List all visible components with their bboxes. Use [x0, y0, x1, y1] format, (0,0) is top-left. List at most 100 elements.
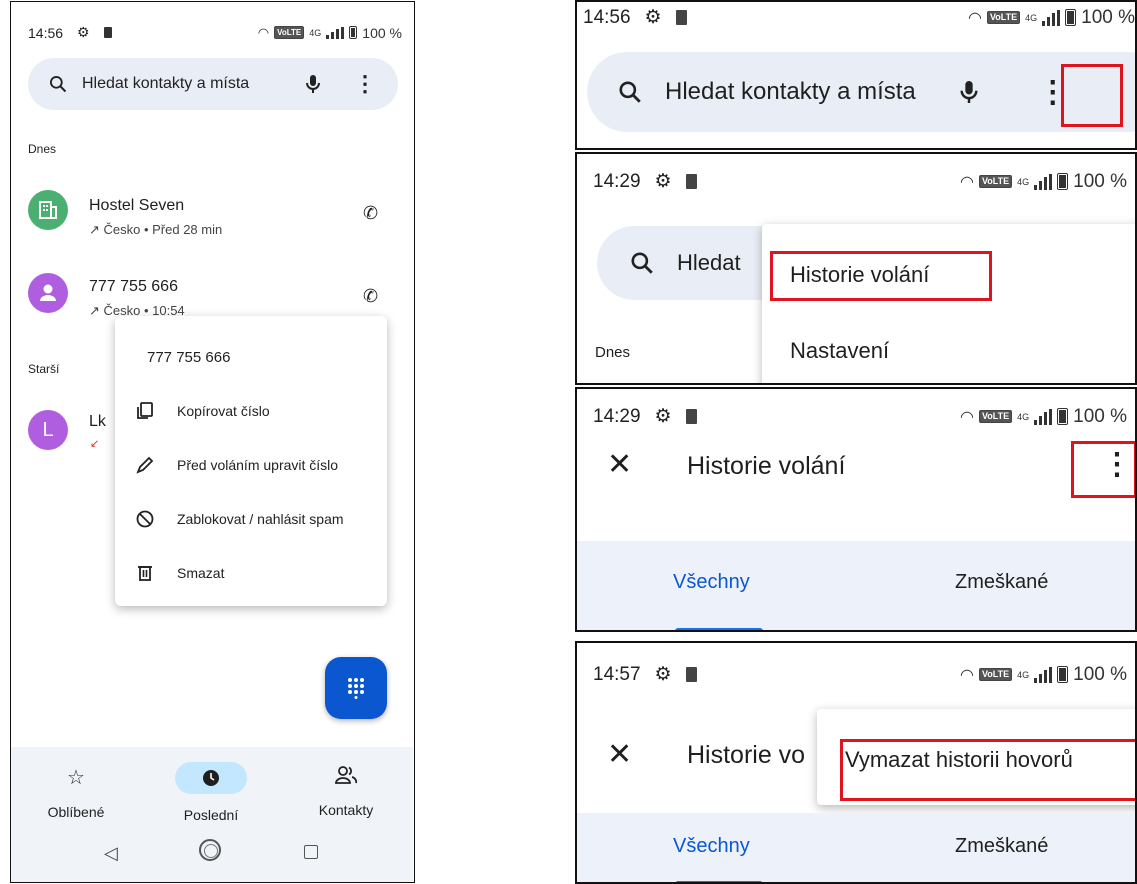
- block-spam-label: Zablokovat / nahlásit spam: [177, 511, 344, 527]
- signal-icon: [1034, 173, 1053, 190]
- phone-screen: 14:56 ⚙ ◠ VoLTE 4G 100 % Hledat kontakty…: [10, 1, 415, 883]
- microphone-icon[interactable]: [304, 73, 322, 95]
- volte-icon: VoLTE: [978, 410, 1013, 423]
- call-detail: ↗ Česko • Před 28 min: [89, 222, 223, 237]
- nav-contacts-label: Kontakty: [318, 802, 374, 818]
- status-bar: 14:56 ⚙ ◠ VoLTE 4G 100 %: [28, 24, 402, 41]
- step2-panel: 14:29 ⚙ ◠ VoLTE 4G 100 % Hledat Dnes His…: [575, 152, 1137, 385]
- missed-call-icon: ↙: [90, 438, 100, 450]
- highlight-box: [1061, 64, 1123, 127]
- highlight-box: [770, 251, 992, 301]
- nav-recents-label: Poslední: [183, 807, 239, 823]
- block-spam-item[interactable]: Zablokovat / nahlásit spam: [135, 509, 344, 529]
- nav-recents[interactable]: Poslední: [161, 762, 261, 823]
- copy-number-item[interactable]: Kopírovat číslo: [135, 401, 270, 421]
- edit-number-label: Před voláním upravit číslo: [177, 457, 339, 473]
- close-icon[interactable]: ✕: [607, 447, 632, 482]
- tab-all[interactable]: Všechny: [673, 835, 750, 858]
- tab-all[interactable]: Všechny: [673, 571, 750, 594]
- volte-icon: VoLTE: [274, 26, 305, 39]
- person-avatar-icon: [28, 273, 68, 313]
- step4-panel: 14:57 ⚙ ◠ VoLTE 4G 100 % ✕ Historie vo V…: [575, 641, 1137, 884]
- home-icon[interactable]: [199, 839, 221, 861]
- highlight-box: [840, 739, 1135, 801]
- battery-level: 100 %: [1073, 405, 1127, 427]
- section-header-older: Starší: [28, 362, 60, 376]
- copy-icon: [137, 402, 153, 419]
- search-input[interactable]: Hledat kontakty a místa: [82, 75, 249, 93]
- volte-icon: VoLTE: [986, 11, 1021, 24]
- clock-icon: [203, 770, 219, 786]
- settings-status-icon: ⚙: [654, 664, 672, 685]
- wifi-icon: ◠: [959, 408, 974, 426]
- nav-favorites[interactable]: ☆ Oblíbené: [31, 765, 121, 820]
- search-icon: [619, 81, 641, 103]
- tab-missed[interactable]: Zmeškané: [955, 571, 1048, 594]
- settings-status-icon: ⚙: [644, 7, 662, 28]
- overflow-menu: Historie volání Nastavení: [762, 224, 1135, 383]
- battery-icon: [1057, 408, 1069, 425]
- step3-panel: 14:29 ⚙ ◠ VoLTE 4G 100 % ✕ Historie volá…: [575, 387, 1137, 632]
- signal-icon: [1034, 408, 1053, 425]
- pencil-icon: [136, 456, 154, 474]
- tab-bar: Všechny Zmeškané: [577, 541, 1135, 630]
- battery-level: 100 %: [362, 24, 402, 41]
- battery-icon: [1057, 666, 1069, 683]
- menu-item-settings[interactable]: Nastavení: [790, 338, 889, 364]
- tab-missed[interactable]: Zmeškané: [955, 835, 1048, 858]
- volte-icon: VoLTE: [978, 175, 1013, 188]
- wifi-icon: ◠: [967, 9, 982, 27]
- signal-icon: [326, 26, 345, 39]
- volte-icon: VoLTE: [978, 668, 1013, 681]
- section-header-today: Dnes: [595, 344, 631, 361]
- signal-icon: [1042, 9, 1061, 26]
- phone-call-icon[interactable]: ✆: [363, 286, 378, 307]
- context-menu: 777 755 666 Kopírovat číslo Před voláním…: [115, 316, 387, 606]
- back-icon[interactable]: ◁: [104, 843, 118, 864]
- battery-level: 100 %: [1073, 170, 1127, 192]
- tab-bar: Všechny Zmeškané: [577, 813, 1135, 882]
- status-time: 14:29: [593, 405, 641, 427]
- call-row[interactable]: Hostel Seven ↗ Česko • Před 28 min ✆: [11, 187, 411, 249]
- sim-icon: [685, 409, 697, 424]
- dialpad-fab-button[interactable]: [325, 657, 387, 719]
- delete-item[interactable]: Smazat: [135, 563, 224, 583]
- contact-name: Hostel Seven: [89, 197, 185, 214]
- battery-icon: [1065, 9, 1077, 26]
- sim-icon: [675, 10, 687, 25]
- wifi-icon: ◠: [257, 24, 270, 40]
- highlight-box: [1071, 441, 1135, 498]
- signal-icon: [1034, 666, 1053, 683]
- search-bar[interactable]: Hledat kontakty a místa ⋮: [28, 58, 398, 110]
- wifi-icon: ◠: [959, 666, 974, 684]
- network-type: 4G: [1017, 669, 1030, 680]
- network-type: 4G: [1017, 176, 1030, 187]
- network-type: 4G: [1025, 12, 1038, 23]
- step1-panel: 14:56 ⚙ ◠ VoLTE 4G 100 % Hledat kontakty…: [575, 0, 1137, 150]
- contacts-icon: [335, 766, 358, 784]
- recents-square-icon[interactable]: [304, 845, 318, 859]
- microphone-icon[interactable]: [958, 78, 980, 106]
- settings-status-icon: ⚙: [654, 406, 672, 427]
- business-avatar-icon: [28, 190, 68, 230]
- status-time: 14:57: [593, 663, 641, 685]
- active-tab-indicator: [675, 628, 763, 630]
- nav-favorites-label: Oblíbené: [47, 804, 105, 820]
- search-icon: [50, 76, 67, 93]
- context-menu-title: 777 755 666: [147, 349, 231, 366]
- search-input[interactable]: Hledat kontakty a místa: [665, 78, 916, 106]
- initial-avatar: L: [28, 410, 68, 450]
- search-bar[interactable]: Hledat kontakty a místa ⋮: [587, 52, 1135, 132]
- contact-name: Lk: [89, 413, 106, 430]
- close-icon[interactable]: ✕: [607, 737, 632, 772]
- battery-level: 100 %: [1081, 6, 1135, 28]
- nav-contacts[interactable]: Kontakty: [301, 765, 391, 818]
- section-header-today: Dnes: [28, 142, 57, 156]
- phone-call-icon[interactable]: ✆: [363, 203, 378, 224]
- search-input[interactable]: Hledat: [677, 250, 741, 276]
- delete-label: Smazat: [177, 565, 225, 581]
- edit-number-item[interactable]: Před voláním upravit číslo: [135, 455, 338, 475]
- more-options-icon[interactable]: ⋮: [354, 73, 376, 95]
- dialpad-icon: [348, 678, 364, 699]
- page-title: Historie vo: [687, 741, 806, 769]
